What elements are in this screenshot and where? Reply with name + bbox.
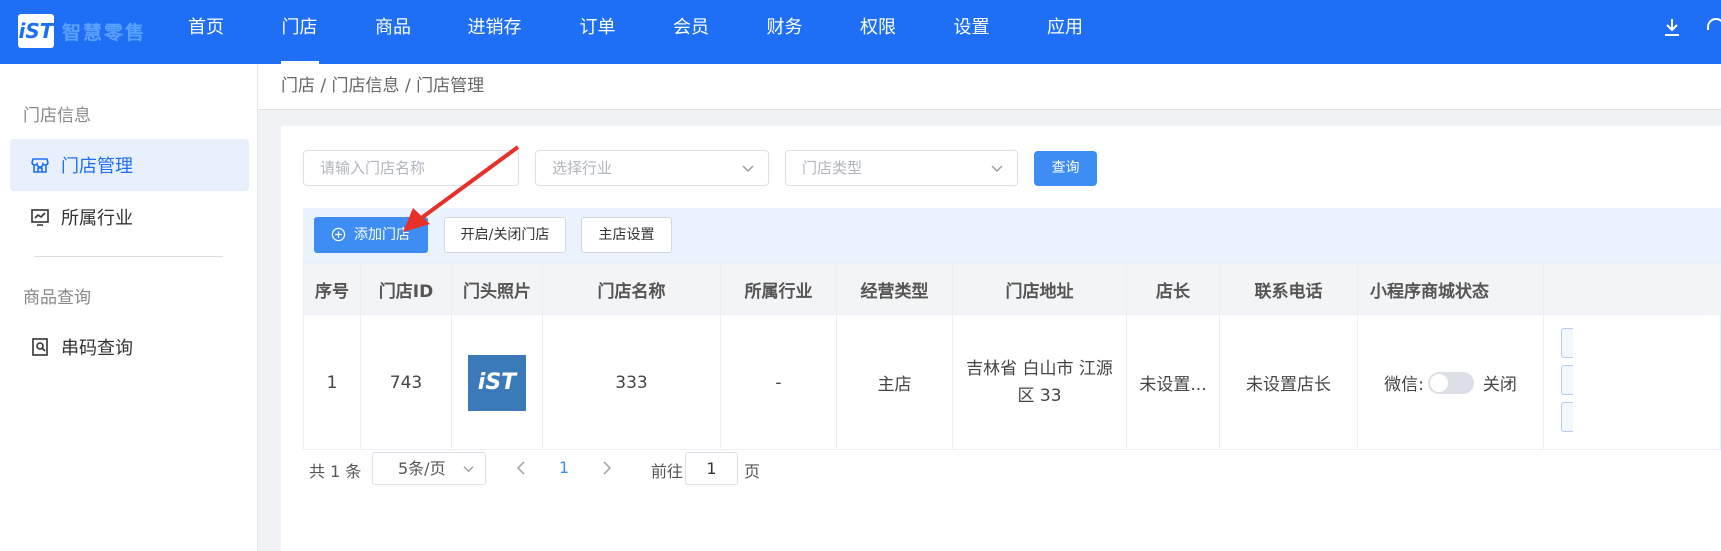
row-action-button[interactable]	[1561, 402, 1573, 432]
brand-logo[interactable]: iST 智慧零售	[18, 14, 156, 48]
page-unit-label: 页	[744, 462, 761, 481]
search-doc-icon	[32, 338, 48, 356]
nav-store[interactable]: 门店	[244, 0, 355, 64]
sidebar-group-goods-query: 商品查询	[23, 288, 91, 308]
nav-goods[interactable]: 商品	[355, 0, 431, 64]
col-store-id: 门店ID	[361, 264, 452, 314]
page-size-value: 5条/页	[398, 459, 446, 478]
chart-icon	[31, 209, 49, 226]
cell-manager: 未设置...	[1127, 315, 1220, 450]
nav-orders[interactable]: 订单	[558, 0, 637, 64]
nav-apps[interactable]: 应用	[1011, 0, 1119, 64]
main-store-settings-button[interactable]: 主店设置	[581, 217, 672, 253]
brand-name: 智慧零售	[62, 22, 147, 44]
wechat-label: 微信:	[1384, 375, 1424, 395]
cell-store-id: 743	[361, 315, 452, 450]
logo-mark: iST	[18, 14, 54, 48]
nav-inventory[interactable]: 进销存	[431, 0, 558, 64]
store-table: 序号 门店ID 门头照片 门店名称 所属行业 经营类型 门店地址 店长 联系电话…	[303, 263, 1721, 450]
sidebar-group-store-info: 门店信息	[23, 106, 91, 126]
col-biz-type: 经营类型	[837, 264, 953, 314]
cell-industry: -	[721, 315, 837, 450]
switch-status-text: 关闭	[1482, 375, 1517, 395]
sidebar-divider	[34, 256, 223, 257]
prev-page-icon[interactable]	[514, 460, 528, 476]
sidebar-item-label: 门店管理	[61, 156, 133, 177]
cell-address: 吉林省 白山市 江源区 33	[953, 315, 1127, 450]
table-header: 序号 门店ID 门头照片 门店名称 所属行业 经营类型 门店地址 店长 联系电话…	[304, 264, 1721, 315]
sidebar-item-label: 串码查询	[61, 338, 133, 359]
top-navbar: iST 智慧零售 首页 门店 商品 进销存 订单 会员 财务 权限 设置 应用	[0, 0, 1721, 64]
nav-members[interactable]: 会员	[637, 0, 745, 64]
chevron-down-icon	[463, 466, 474, 473]
next-page-icon[interactable]	[600, 460, 614, 476]
col-manager: 店长	[1127, 264, 1220, 314]
col-store-name: 门店名称	[543, 264, 721, 314]
sidebar-item-industry[interactable]: 所属行业	[10, 191, 249, 243]
cell-store-name: 333	[543, 315, 721, 450]
main-nav: 首页 门店 商品 进销存 订单 会员 财务 权限 设置 应用	[168, 0, 1119, 64]
cell-photo: iST	[452, 315, 543, 450]
industry-select[interactable]: 选择行业	[535, 150, 769, 186]
table-row: 1 743 iST 333 - 主店 吉林省 白山市 江源区 33 未设置...…	[304, 315, 1721, 450]
nav-permissions[interactable]: 权限	[824, 0, 932, 64]
store-type-select[interactable]: 门店类型	[785, 150, 1018, 186]
row-action-button[interactable]	[1561, 328, 1573, 358]
add-store-label: 添加门店	[354, 227, 410, 243]
col-mini-program-status: 小程序商城状态	[1358, 264, 1544, 314]
add-store-button[interactable]: 添加门店	[314, 217, 428, 253]
chevron-down-icon	[991, 165, 1003, 172]
pagination: 共 1 条 5条/页 1 前往 页	[303, 452, 903, 486]
sidebar-item-store-management[interactable]: 门店管理	[10, 139, 249, 191]
nav-finance[interactable]: 财务	[745, 0, 824, 64]
cell-mini-program-status: 微信: 关闭	[1358, 315, 1544, 450]
nav-settings[interactable]: 设置	[932, 0, 1011, 64]
query-button[interactable]: 查询	[1034, 151, 1097, 186]
action-toolbar: 添加门店 开启/关闭门店 主店设置	[303, 208, 1721, 263]
store-type-select-placeholder: 门店类型	[802, 159, 863, 177]
chevron-down-icon	[742, 165, 754, 172]
main-card: 请输入门店名称 选择行业 门店类型 查询 添加门店 开启/关闭门店 主店设置 序…	[281, 126, 1721, 551]
page-size-select[interactable]: 5条/页	[372, 452, 486, 485]
sidebar: 门店信息 门店管理 所属行业 商品查询 串码查询	[0, 64, 258, 551]
sidebar-item-label: 所属行业	[61, 208, 133, 229]
plus-circle-icon	[331, 227, 346, 242]
col-phone: 联系电话	[1220, 264, 1358, 314]
page-number-current[interactable]: 1	[559, 458, 569, 477]
sidebar-item-serial-query[interactable]: 串码查询	[10, 321, 249, 373]
col-index: 序号	[304, 264, 361, 314]
pagination-total: 共 1 条	[309, 462, 362, 481]
col-photo: 门头照片	[452, 264, 543, 314]
download-icon[interactable]	[1661, 16, 1683, 38]
goto-label: 前往	[651, 462, 684, 481]
goto-page-input[interactable]	[685, 452, 738, 485]
col-address: 门店地址	[953, 264, 1127, 314]
nav-home[interactable]: 首页	[168, 0, 244, 64]
store-photo[interactable]: iST	[468, 354, 526, 411]
store-name-input[interactable]: 请输入门店名称	[303, 150, 519, 186]
col-actions	[1544, 264, 1721, 314]
cell-index: 1	[304, 315, 361, 450]
breadcrumb: 门店 / 门店信息 / 门店管理	[258, 64, 1721, 110]
headset-icon[interactable]	[1705, 16, 1721, 38]
cell-phone: 未设置店长	[1220, 315, 1358, 450]
cell-biz-type: 主店	[837, 315, 953, 450]
store-icon	[31, 158, 49, 173]
row-action-button[interactable]	[1561, 365, 1573, 395]
industry-select-placeholder: 选择行业	[552, 159, 613, 177]
col-industry: 所属行业	[721, 264, 837, 314]
toggle-store-button[interactable]: 开启/关闭门店	[444, 217, 566, 253]
wechat-mall-switch[interactable]	[1427, 371, 1474, 394]
top-right-icons	[1641, 0, 1721, 64]
